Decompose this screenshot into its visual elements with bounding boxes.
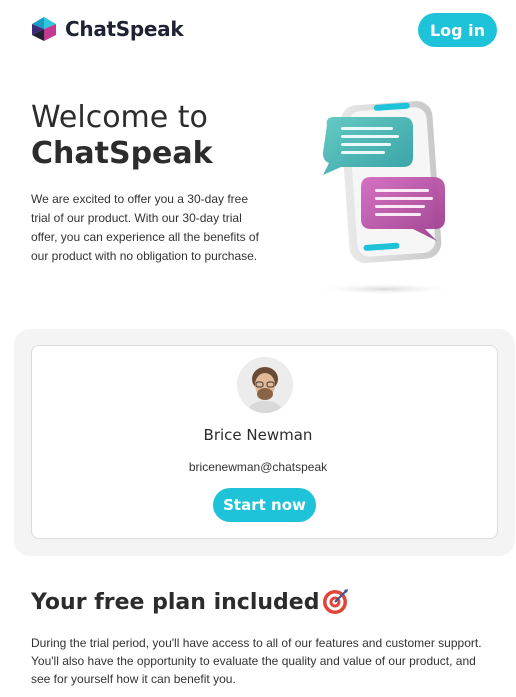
plan-description: During the trial period, you'll have acc… (31, 636, 482, 686)
chatspeak-logo-icon (32, 17, 56, 41)
phone-chat-illustration (305, 95, 465, 300)
plan-title-text: Your free plan included (31, 589, 320, 615)
login-button[interactable]: Log in (418, 13, 497, 47)
hero-title-line2: ChatSpeak (31, 136, 213, 171)
brand-name: ChatSpeak (65, 17, 184, 41)
avatar-image (237, 357, 293, 413)
target-icon (323, 589, 349, 614)
header: ChatSpeak Log in (0, 0, 516, 60)
phone-illustration-svg (313, 101, 457, 295)
plan-section-title: Your free plan included (31, 588, 349, 616)
user-email: bricenewman@chatspeak (188, 460, 328, 474)
hero-title: Welcome to ChatSpeak (31, 100, 213, 172)
hero-description: We are excited to offer you a 30-day fre… (31, 192, 259, 263)
start-now-button[interactable]: Start now (213, 488, 316, 522)
hero-title-line1: Welcome to (31, 100, 208, 135)
user-name: Brice Newman (203, 426, 313, 444)
brand-logo[interactable]: ChatSpeak (31, 16, 184, 42)
avatar (237, 357, 293, 413)
